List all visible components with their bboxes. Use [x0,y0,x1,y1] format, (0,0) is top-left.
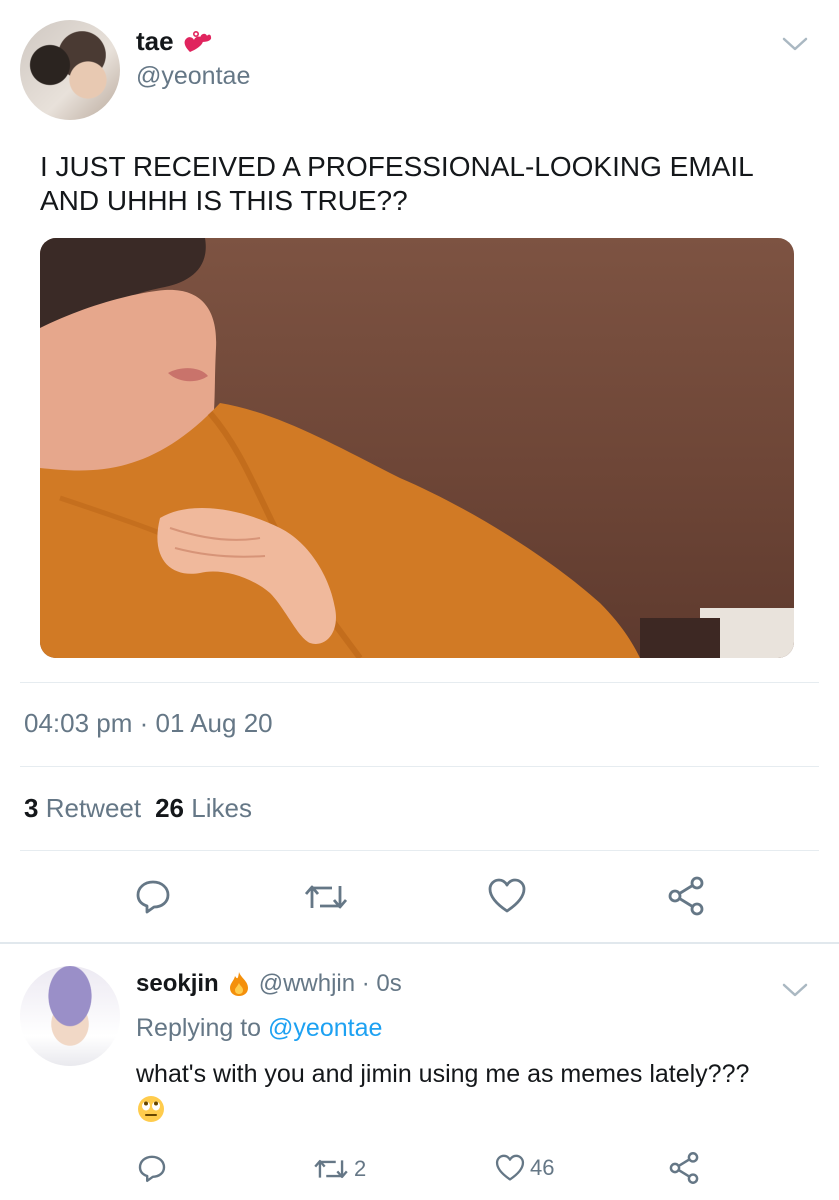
like-button[interactable] [486,876,528,916]
retweet-label[interactable]: Retweet [46,793,141,823]
heart-icon [488,878,526,913]
reply-icon [138,1155,166,1182]
like-count[interactable]: 26 [155,793,184,823]
like-button[interactable]: 46 [494,1152,554,1184]
retweet-icon [314,1159,348,1179]
share-icon [669,1152,699,1184]
tweet-text: I JUST RECEIVED A PROFESSIONAL-LOOKING E… [40,151,753,216]
retweet-button[interactable]: 2 [312,1154,366,1184]
face-rolling-eyes-icon [138,1096,164,1122]
replying-to: Replying to @yeontae [136,1014,382,1043]
chevron-down-icon[interactable] [780,34,810,54]
divider [20,766,819,767]
tweet-photo[interactable] [40,238,794,658]
reply-button[interactable] [133,876,173,916]
retweet-icon [304,885,348,909]
fire-icon [229,972,248,996]
retweet-count: 2 [354,1156,367,1181]
heart-icon [495,1154,525,1181]
avatar[interactable] [20,966,120,1066]
share-icon [668,876,704,916]
tweet-author: tae [136,26,212,57]
chevron-down-icon[interactable] [780,980,810,1000]
replying-prefix: Replying to [136,1014,262,1042]
photo-illustration [40,238,794,658]
tweet-timestamp[interactable]: 04:03 pm · 01 Aug 20 [24,708,273,739]
user-handle[interactable]: @yeontae [136,62,250,91]
reply-button[interactable] [136,1152,168,1184]
share-button[interactable] [666,1150,702,1186]
retweet-button[interactable] [302,878,350,916]
reply-handle-time[interactable]: @wwhjin · 0s [259,970,402,998]
reply-icon [136,880,170,914]
retweet-count[interactable]: 3 [24,793,38,823]
reply-tweet: seokjin @wwhjin · 0s Replying to @yeonta… [0,944,839,1200]
tweet-stats: 3 Retweet 26 Likes [24,793,252,824]
revolving-hearts-icon [184,30,211,52]
display-name[interactable]: tae [136,26,174,57]
display-name[interactable]: seokjin [136,970,219,998]
reply-text-content: what's with you and jimin using me as me… [136,1060,750,1088]
main-tweet: tae @yeontae I JUST RECEIVED A PROFESSIO… [0,0,839,942]
like-label[interactable]: Likes [191,793,252,823]
like-count: 46 [530,1155,555,1180]
reply-author: seokjin @wwhjin · 0s [136,970,402,998]
avatar[interactable] [20,20,120,120]
replying-to-link[interactable]: @yeontae [268,1014,382,1042]
divider [20,850,819,851]
share-button[interactable] [664,874,708,918]
divider [20,682,819,683]
reply-text: what's with you and jimin using me as me… [136,1058,826,1132]
